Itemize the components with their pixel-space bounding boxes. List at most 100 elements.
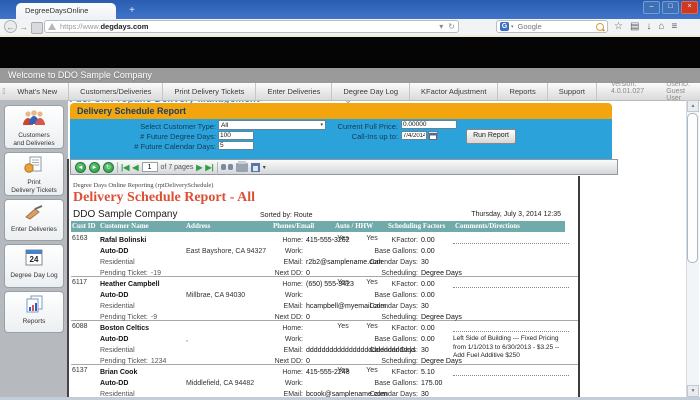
report-page: Degree Days Online Reporting (rptDeliver… xyxy=(70,176,579,397)
calendar-days-input[interactable] xyxy=(218,141,254,150)
search-bar[interactable]: G ▾ xyxy=(496,20,608,33)
full-price-input[interactable] xyxy=(401,120,457,129)
sidebar-item-reports[interactable]: Reports xyxy=(4,291,64,333)
table-row: 6163 Rafal BolinskiAuto-DD Residential P… xyxy=(71,233,578,277)
bookmarks-menu-icon[interactable]: ▤ xyxy=(630,19,639,34)
callins-date-input[interactable] xyxy=(401,131,427,140)
search-engine-icon[interactable]: G xyxy=(500,22,509,31)
page-count-label: of 7 pages xyxy=(161,164,194,171)
close-button[interactable]: × xyxy=(681,1,698,14)
first-page-button[interactable]: |◀ xyxy=(121,163,129,172)
prev-page-button[interactable]: ◀ xyxy=(132,163,138,172)
customer-type-label: Select Customer Type: xyxy=(110,122,216,131)
maximize-button[interactable]: □ xyxy=(662,1,679,14)
comments-cell xyxy=(453,287,569,291)
search-input[interactable] xyxy=(516,21,594,32)
window-controls: – □ × xyxy=(643,1,698,14)
nav-tab-customers-deliveries[interactable]: Customers/Deliveries xyxy=(69,83,163,100)
sidebar-item-label: PrintDelivery Tickets xyxy=(5,179,63,195)
userid-text: UserID: Guest User xyxy=(666,81,700,102)
customers-icon xyxy=(22,109,46,127)
calendar-icon xyxy=(429,133,437,140)
calendar-days-label: # Future Calendar Days: xyxy=(100,142,216,151)
scroll-up-button[interactable]: ▲ xyxy=(687,100,699,112)
col-cust-id: Cust ID xyxy=(72,222,96,230)
scroll-down-button[interactable]: ▼ xyxy=(687,385,699,397)
new-tab-button[interactable]: + xyxy=(124,4,140,17)
col-scheduling-factors: Scheduling Factors xyxy=(388,222,445,230)
report-page-left-edge xyxy=(67,159,69,397)
sidebar-item-enter-deliveries[interactable]: Enter Deliveries xyxy=(4,199,64,241)
reports-icon xyxy=(23,295,45,313)
report-viewer-toolbar: ◄ ► ↻ |◀ ◀ of 7 pages ▶ ▶| ▾ xyxy=(70,159,618,175)
viewer-refresh-button[interactable]: ↻ xyxy=(103,162,114,173)
degree-days-input[interactable] xyxy=(218,131,254,140)
nav-tab-print-delivery-tickets[interactable]: Print Delivery Tickets xyxy=(163,83,256,100)
callins-label: Call-Ins up to: xyxy=(310,132,398,141)
search-icon[interactable] xyxy=(596,23,604,31)
search-engine-dropdown-icon[interactable]: ▾ xyxy=(511,24,514,30)
scroll-thumb[interactable] xyxy=(687,113,698,263)
last-page-button[interactable]: ▶| xyxy=(205,163,213,172)
export-dropdown-icon[interactable]: ▾ xyxy=(263,164,266,171)
address-cell: East Bayshore, CA 94327 xyxy=(186,246,261,257)
browser-tab[interactable]: DegreeDaysOnline xyxy=(16,3,116,19)
bookmark-star-icon[interactable]: ☆ xyxy=(614,19,623,34)
next-page-button[interactable]: ▶ xyxy=(196,163,202,172)
version-text: Version: 4.0.01.027 xyxy=(611,81,644,102)
home-icon[interactable]: ⌂ xyxy=(658,19,664,34)
nav-tab-kfactor-adjustment[interactable]: KFactor Adjustment xyxy=(410,83,498,100)
page-number-input[interactable] xyxy=(142,162,158,172)
url-bar[interactable]: https://www.degdays.com ▾ ↻ xyxy=(44,20,459,33)
customer-name-cell: Boston CelticsAuto-DD Residential Pendin… xyxy=(100,323,186,367)
page-icon[interactable] xyxy=(31,22,43,34)
forward-button[interactable]: → xyxy=(19,21,28,33)
report-datetime: Thursday, July 3, 2014 12:35 xyxy=(471,211,561,218)
sidebar-item-label: Enter Deliveries xyxy=(5,226,63,234)
print-tickets-icon xyxy=(23,156,45,174)
viewer-back-button[interactable]: ◄ xyxy=(75,162,86,173)
nav-tab-enter-deliveries[interactable]: Enter Deliveries xyxy=(256,83,332,100)
sidebar: Customersand Deliveries PrintDelivery Ti… xyxy=(0,100,68,397)
col-phones-email: Phones/Email xyxy=(273,222,314,230)
table-row: 6088 Boston CelticsAuto-DD Residential P… xyxy=(71,321,578,365)
comments-cell: Left Side of Building --- Fixed Pricing … xyxy=(453,331,569,361)
degree-day-log-icon: 24 xyxy=(23,248,45,267)
address-cell: , xyxy=(186,334,261,345)
nav-tab-degree-day-log[interactable]: Degree Day Log xyxy=(332,83,410,100)
svg-text:24: 24 xyxy=(30,255,39,264)
sidebar-item-print-delivery-tickets[interactable]: PrintDelivery Tickets xyxy=(4,152,64,196)
nav-tab-reports[interactable]: Reports xyxy=(498,83,547,100)
downloads-icon[interactable]: ↓ xyxy=(646,19,651,34)
nav-tab-whats-new[interactable]: What's New xyxy=(6,83,69,100)
calendar-picker-button[interactable] xyxy=(428,131,438,140)
reload-icon[interactable]: ↻ xyxy=(448,22,455,31)
sorted-by-label: Sorted by: Route xyxy=(260,212,313,219)
menu-icon[interactable]: ≡ xyxy=(671,19,677,34)
col-address: Address xyxy=(186,222,210,230)
warning-icon xyxy=(48,23,56,30)
search-report-icon[interactable] xyxy=(221,163,233,171)
nav-tab-support[interactable]: Support xyxy=(548,83,597,100)
cust-id: 6137 xyxy=(72,367,88,374)
sidebar-item-customers-deliveries[interactable]: Customersand Deliveries xyxy=(4,105,64,149)
viewer-forward-button[interactable]: ► xyxy=(89,162,100,173)
cust-id: 6088 xyxy=(72,323,88,330)
enter-deliveries-icon xyxy=(23,203,45,221)
minimize-button[interactable]: – xyxy=(643,1,660,14)
report-watermark: Degree Days Online Reporting (rptDeliver… xyxy=(73,182,213,189)
printer-icon[interactable] xyxy=(236,163,248,172)
sidebar-item-degree-day-log[interactable]: 24 Degree Day Log xyxy=(4,244,64,288)
scheduling-factors-cell: KFactor:5.10 Base Gallons:175.00 Calenda… xyxy=(350,367,462,397)
back-button[interactable]: ← xyxy=(4,20,17,33)
url-dropdown-icon[interactable]: ▾ xyxy=(439,22,443,31)
table-row: 6137 Brian CookAuto-DD Residential Pendi… xyxy=(71,365,578,397)
customer-name-cell: Heather CampbellAuto-DD Residential Pend… xyxy=(100,279,186,323)
sidebar-item-label: Customersand Deliveries xyxy=(5,132,63,148)
run-report-button[interactable]: Run Report xyxy=(466,129,516,144)
degree-days-label: # Future Degree Days: xyxy=(110,132,216,141)
save-export-icon[interactable] xyxy=(251,163,260,172)
full-price-label: Current Full Price: xyxy=(300,122,398,131)
customer-name-cell: Brian CookAuto-DD Residential Pending Ti… xyxy=(100,367,186,397)
cust-id: 6117 xyxy=(72,279,87,286)
